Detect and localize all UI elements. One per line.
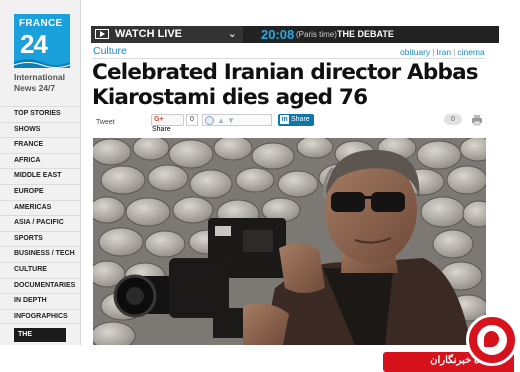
nav-item-infographics[interactable]: INFOGRAPHICS — [0, 308, 81, 325]
downvote-icon[interactable]: ▼ — [227, 116, 235, 125]
tag-obituary[interactable]: obituary — [400, 47, 430, 57]
tv-play-icon — [95, 29, 109, 39]
time-zone-label: (Paris time) — [296, 30, 337, 39]
nav-item-business-tech[interactable]: BUSINESS / TECH — [0, 246, 81, 262]
nav-item-shows[interactable]: SHOWS — [0, 121, 81, 138]
linkedin-share-label: Share — [291, 116, 310, 123]
nav-item-americas[interactable]: AMERICAS — [0, 199, 81, 216]
tweet-button[interactable]: Tweet — [96, 119, 115, 126]
nav-item-africa[interactable]: AFRICA — [0, 152, 81, 169]
watch-live-button[interactable]: WATCH LIVE ⌄ — [91, 26, 243, 43]
reddit-vote-widget[interactable]: ▲ ▼ — [202, 114, 272, 126]
google-plus-count: 0 — [186, 114, 198, 126]
article-headline: Celebrated Iranian director Abbas Kiaros… — [92, 60, 479, 110]
director-with-camera-photo — [93, 138, 486, 345]
printer-icon[interactable] — [471, 114, 483, 126]
tag-iran[interactable]: Iran — [436, 47, 451, 57]
linkedin-share-button[interactable]: in Share — [278, 114, 314, 126]
google-plus-share-label: Share — [152, 126, 171, 133]
nav-item-in-depth[interactable]: IN DEPTH — [0, 293, 81, 309]
observers-link[interactable]: THE OBSERVERS — [14, 328, 66, 352]
logo-line1: FRANCE — [19, 18, 63, 29]
nav-item-culture[interactable]: CULTURE — [0, 261, 81, 278]
tag-cinema[interactable]: cinema — [457, 47, 484, 57]
divider — [92, 58, 486, 59]
section-nav: TOP STORIES SHOWS FRANCE AFRICA MIDDLE E… — [0, 106, 81, 325]
linkedin-icon: in — [280, 115, 289, 124]
nav-item-sports[interactable]: SPORTS — [0, 230, 81, 247]
live-bar: WATCH LIVE ⌄ 20:08 (Paris time) THE DEBA… — [91, 26, 499, 43]
nav-item-top-stories[interactable]: TOP STORIES — [0, 106, 81, 122]
nav-item-france[interactable]: FRANCE — [0, 137, 81, 153]
france24-logo[interactable]: FRANCE 24 — [14, 14, 70, 68]
article-photo — [93, 138, 486, 345]
left-sidebar: FRANCE 24 International News 24/7 TOP ST… — [0, 0, 81, 352]
nav-item-documentaries[interactable]: DOCUMENTARIES — [0, 277, 81, 294]
nav-item-middle-east[interactable]: MIDDLE EAST — [0, 168, 81, 184]
google-plus-share-button[interactable]: G+ Share — [151, 114, 184, 133]
current-program[interactable]: THE DEBATE — [337, 29, 394, 39]
article-tags: obituary | Iran | cinema — [400, 47, 485, 57]
comments-count-badge[interactable]: 0 — [444, 114, 462, 125]
nav-item-europe[interactable]: EUROPE — [0, 183, 81, 200]
reddit-icon — [205, 116, 214, 125]
google-plus-icon: G+ — [154, 116, 164, 123]
nav-item-asia-pacific[interactable]: ASIA / PACIFIC — [0, 215, 81, 231]
upvote-icon[interactable]: ▲ — [217, 116, 225, 125]
watch-live-label: WATCH LIVE — [115, 28, 183, 40]
chevron-down-icon[interactable]: ⌄ — [228, 27, 237, 40]
watermark-logo-icon — [466, 314, 518, 366]
article-category[interactable]: Culture — [93, 45, 127, 57]
current-time: 20:08 — [261, 27, 295, 42]
logo-wave-icon — [14, 59, 70, 68]
site-tagline: International News 24/7 — [14, 72, 66, 93]
